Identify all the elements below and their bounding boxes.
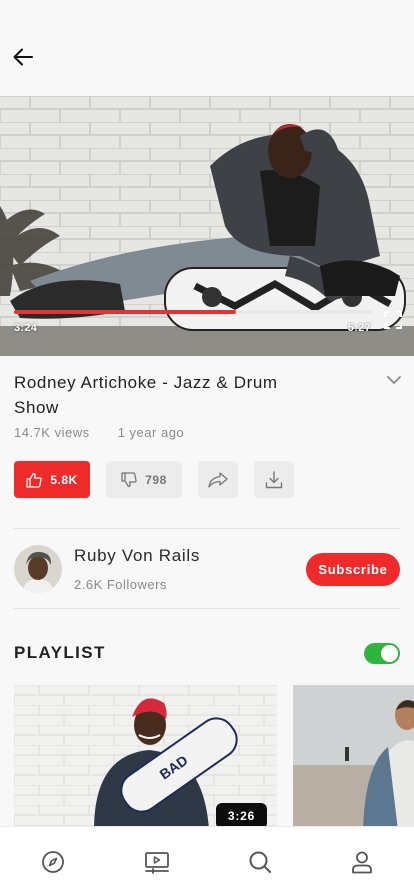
toggle-knob	[381, 645, 398, 662]
nav-search[interactable]	[247, 849, 273, 875]
like-count: 5.8K	[50, 472, 78, 487]
video-actions: 5.8K 798	[14, 461, 294, 498]
nav-explore[interactable]	[40, 849, 66, 875]
like-button[interactable]: 5.8K	[14, 461, 90, 498]
download-button[interactable]	[254, 461, 294, 498]
video-meta: 14.7K views 1 year ago	[14, 425, 184, 440]
playlist-item[interactable]	[293, 685, 414, 830]
expand-description-button[interactable]	[386, 372, 402, 388]
download-icon	[265, 470, 283, 488]
bottom-navigation	[0, 826, 414, 896]
avatar[interactable]	[14, 545, 62, 593]
share-icon	[208, 471, 228, 488]
video-progress-fill	[14, 310, 236, 314]
video-title: Rodney Artichoke - Jazz & Drum Show	[14, 373, 278, 417]
channel-name[interactable]: Ruby Von Rails	[74, 546, 200, 566]
compass-icon	[42, 851, 64, 873]
fullscreen-button[interactable]	[384, 311, 402, 329]
total-time: 5:27	[347, 322, 371, 334]
nav-library[interactable]	[144, 849, 170, 875]
fullscreen-icon	[384, 311, 402, 329]
video-progress-bar[interactable]	[14, 310, 372, 314]
share-button[interactable]	[198, 461, 238, 498]
video-player[interactable]: 3:24 5:27	[0, 96, 414, 356]
upload-age: 1 year ago	[117, 425, 185, 440]
thumbs-up-icon	[26, 472, 42, 488]
search-icon	[249, 851, 271, 873]
back-button[interactable]	[10, 44, 36, 70]
playlist-item[interactable]: BAD 3:26	[14, 685, 277, 830]
user-icon	[352, 851, 372, 874]
thumbs-down-icon	[121, 471, 137, 487]
avatar-image	[14, 545, 62, 593]
divider	[14, 608, 400, 609]
autoplay-toggle[interactable]	[364, 643, 400, 664]
chevron-down-icon	[387, 376, 401, 384]
top-bar	[0, 0, 414, 96]
follower-count: 2.6K Followers	[74, 577, 167, 592]
nav-profile[interactable]	[349, 849, 375, 875]
current-time: 3:24	[14, 322, 38, 334]
divider	[14, 528, 400, 529]
arrow-left-icon	[13, 48, 33, 66]
video-frame-image	[0, 96, 414, 356]
video-library-icon	[145, 852, 169, 874]
dislike-button[interactable]: 798	[106, 461, 182, 498]
view-count: 14.7K views	[14, 425, 90, 440]
subscribe-button[interactable]: Subscribe	[306, 553, 400, 586]
playlist-heading: PLAYLIST	[14, 643, 106, 662]
playlist-thumbnail	[293, 685, 414, 830]
dislike-count: 798	[145, 472, 167, 487]
